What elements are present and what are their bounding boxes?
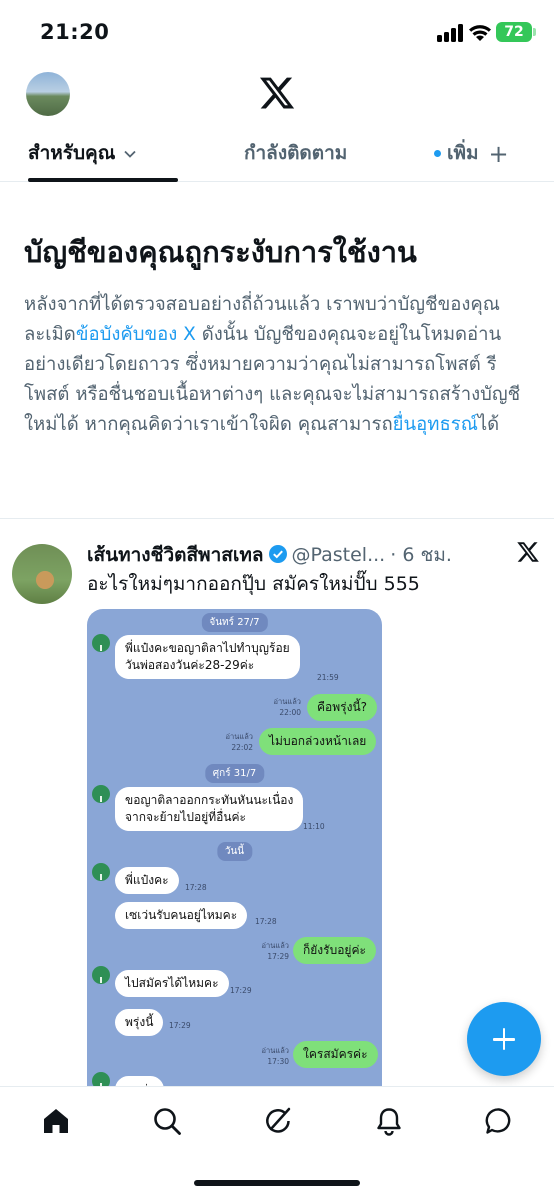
notice-text-3: ได้ — [477, 414, 500, 435]
chat-bubble: ไปสมัครได้ไหมคะ — [115, 970, 229, 997]
new-indicator-dot — [434, 150, 441, 157]
chat-avatar-icon — [92, 785, 110, 803]
chat-time: 17:29 — [169, 1021, 191, 1030]
grok-icon[interactable] — [263, 1106, 293, 1136]
chat-avatar-icon — [92, 966, 110, 984]
search-icon[interactable] — [152, 1106, 182, 1136]
timeline-tabs: สำหรับคุณ กำลังติดตาม เพิ่ม + — [0, 126, 554, 182]
chat-time: 17:30 — [267, 1057, 289, 1066]
tweet-author-handle[interactable]: @Pastel... — [292, 544, 386, 566]
chat-bubble: ใครสมัครค่ะ — [293, 1041, 378, 1068]
chat-time: 17:28 — [255, 917, 277, 926]
chat-read-status: อ่านแล้ว — [261, 941, 289, 950]
chat-bubble-line: พี่แป๋งคะขอญาติลาไปทำบุญร้อย — [125, 641, 290, 655]
notice-title: บัญชีของคุณถูกระงับการใช้งาน — [24, 235, 417, 269]
tab-for-you[interactable]: สำหรับคุณ — [28, 126, 178, 182]
rules-link[interactable]: ข้อบังคับของ X — [76, 324, 196, 345]
tweet-author-avatar[interactable] — [12, 544, 72, 604]
tab-more-label: เพิ่ม — [447, 142, 479, 164]
tweet-timestamp[interactable]: · 6 ชม. — [390, 544, 452, 566]
chat-avatar-icon — [92, 634, 110, 652]
notice-body: หลังจากที่ได้ตรวจสอบอย่างถี่ถ้วนแล้ว เรา… — [24, 290, 534, 440]
wifi-icon — [469, 25, 491, 41]
chat-bubble-line: วันพ่อสองวันค่ะ28-29ค่ะ — [125, 658, 255, 672]
chat-avatar-icon — [92, 863, 110, 881]
appeal-link[interactable]: ยื่นอุทธรณ์ — [393, 414, 478, 435]
active-tab-indicator — [28, 178, 178, 182]
x-logo-icon[interactable] — [516, 540, 540, 564]
verified-badge-icon — [268, 545, 287, 563]
notifications-icon[interactable] — [374, 1106, 404, 1136]
chat-time: 22:02 — [231, 743, 253, 752]
chat-read-status: อ่านแล้ว — [273, 697, 301, 706]
chat-bubble: ก็ยังรับอยู่ค่ะ — [293, 937, 376, 964]
battery-nub — [533, 28, 536, 36]
plus-icon: + — [488, 139, 509, 168]
chat-date-label: ศุกร์ 31/7 — [204, 764, 265, 783]
profile-avatar[interactable] — [26, 72, 70, 116]
battery-indicator: 72 — [496, 22, 532, 42]
chat-date-label: วันนี้ — [216, 842, 253, 861]
chat-time: 17:28 — [185, 883, 207, 892]
chat-bubble-line: ขอญาติลาออกกระทันหันนะเนื่อง — [125, 793, 294, 807]
chat-bubble: เซเว่นรับคนอยู่ไหมคะ — [115, 902, 248, 929]
chat-bubble: พรุ่งนี้ — [115, 1009, 164, 1036]
tweet-media-image[interactable]: จันทร์ 27/7 พี่แป๋งคะขอญาติลาไปทำบุญร้อย… — [87, 609, 382, 1109]
x-logo-icon[interactable] — [258, 74, 296, 112]
tweet-author-name[interactable]: เส้นทางชีวิตสีพาสเทล — [87, 544, 264, 566]
tab-following[interactable]: กำลังติดตาม — [244, 126, 384, 182]
tweet-text: อะไรใหม่ๆมากออกปุ๊บ สมัครใหม่ปั๊บ 555 — [87, 573, 420, 595]
tweet-header: เส้นทางชีวิตสีพาสเทล @Pastel... · 6 ชม. — [87, 540, 507, 570]
cellular-signal-icon — [437, 24, 463, 42]
status-bar: 21:20 72 — [0, 0, 554, 64]
tab-for-you-label: สำหรับคุณ — [28, 142, 116, 164]
chat-date-label: จันทร์ 27/7 — [201, 613, 268, 632]
status-time: 21:20 — [40, 20, 110, 44]
chat-time: 17:29 — [230, 986, 252, 995]
tab-more[interactable]: เพิ่ม + — [434, 126, 544, 182]
suspension-notice: บัญชีของคุณถูกระงับการใช้งาน หลังจากที่ไ… — [24, 232, 534, 440]
chat-bubble: คือพรุ่งนี้? — [307, 694, 378, 721]
chat-bubble: ไม่บอกล่วงหน้าเลย — [259, 728, 377, 755]
chat-read-status: อ่านแล้ว — [261, 1046, 289, 1055]
chevron-down-icon — [124, 150, 137, 158]
chat-time: 11:10 — [303, 822, 325, 831]
compose-post-button[interactable] — [467, 1002, 541, 1076]
divider — [0, 518, 554, 519]
home-icon[interactable] — [41, 1106, 71, 1136]
chat-time: 21:59 — [317, 673, 339, 682]
chat-bubble: พี่แป๋งคะขอญาติลาไปทำบุญร้อยวันพ่อสองวัน… — [115, 635, 300, 679]
chat-bubble: พี่แป๋งคะ — [115, 867, 179, 894]
home-indicator — [194, 1180, 360, 1186]
chat-time: 17:29 — [267, 952, 289, 961]
chat-read-status: อ่านแล้ว — [225, 732, 253, 741]
chat-time: 22:00 — [279, 708, 301, 717]
chat-bubble-line: จากจะย้ายไปอยู่ที่อื่นค่ะ — [125, 810, 246, 824]
chat-bubble: ขอญาติลาออกกระทันหันนะเนื่องจากจะย้ายไปอ… — [115, 787, 304, 831]
messages-icon[interactable] — [484, 1106, 514, 1136]
